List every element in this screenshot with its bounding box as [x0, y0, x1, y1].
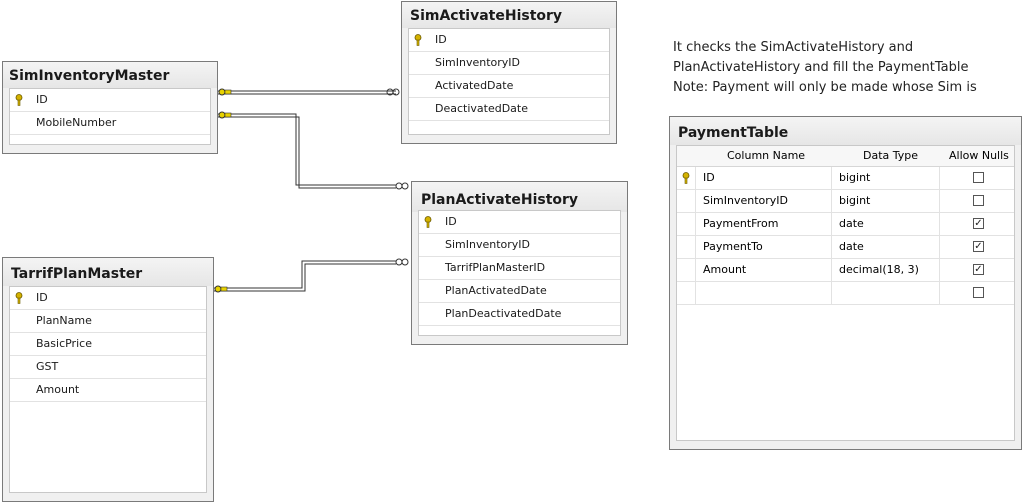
grid-divider — [695, 167, 696, 189]
column-name: ID — [36, 93, 48, 106]
grid-divider — [939, 236, 940, 258]
primary-key-icon — [414, 34, 422, 46]
column-name: ActivatedDate — [435, 79, 514, 92]
tarrif-plan-master-table[interactable]: TarrifPlanMaster ID PlanName BasicPrice … — [2, 257, 214, 502]
column-row[interactable]: ID — [419, 211, 620, 234]
column-row[interactable]: TarrifPlanMasterID — [419, 257, 620, 280]
payment-rows: ID bigint SimInventoryID bigint PaymentFrom d… — [677, 167, 1014, 305]
column-name: PlanName — [36, 314, 92, 327]
column-name: ID — [445, 215, 457, 228]
grid-divider — [695, 282, 696, 304]
header-allow-nulls: Allow Nulls — [949, 149, 1009, 162]
grid-divider — [831, 282, 832, 304]
column-name: GST — [36, 360, 59, 373]
column-name: BasicPrice — [36, 337, 92, 350]
column-row[interactable]: PlanDeactivatedDate — [419, 303, 620, 326]
grid-divider — [695, 190, 696, 212]
grid-divider — [939, 282, 940, 304]
payment-row[interactable]: ID bigint — [677, 167, 1014, 190]
payment-row[interactable]: PaymentFrom date ✓ — [677, 213, 1014, 236]
data-type-cell[interactable]: date — [839, 236, 864, 258]
data-type-cell[interactable]: bigint — [839, 167, 870, 189]
table-title: SimActivateHistory — [402, 2, 616, 28]
table-title: PaymentTable — [670, 117, 1021, 145]
column-name: MobileNumber — [36, 116, 117, 129]
plan-activate-history-table[interactable]: PlanActivateHistory ID SimInventoryID Ta… — [411, 181, 628, 345]
primary-key-icon — [682, 172, 690, 184]
data-type-cell[interactable]: decimal(18, 3) — [839, 259, 919, 281]
grid-divider — [695, 236, 696, 258]
note-text: It checks the SimActivateHistory and Pla… — [673, 38, 977, 98]
column-row[interactable]: PlanActivatedDate — [419, 280, 620, 303]
column-row[interactable]: ID — [409, 29, 609, 52]
grid-divider — [831, 213, 832, 235]
payment-row[interactable] — [677, 282, 1014, 305]
grid-divider — [939, 190, 940, 212]
column-row[interactable]: SimInventoryID — [409, 52, 609, 75]
grid-divider — [831, 190, 832, 212]
column-row[interactable]: ActivatedDate — [409, 75, 609, 98]
column-name-cell[interactable]: PaymentTo — [703, 236, 763, 258]
column-name: PlanDeactivatedDate — [445, 307, 562, 320]
column-name: DeactivatedDate — [435, 102, 529, 115]
payment-row[interactable]: PaymentTo date ✓ — [677, 236, 1014, 259]
column-name-cell[interactable]: ID — [703, 167, 715, 189]
column-row[interactable]: MobileNumber — [10, 112, 210, 135]
payment-table[interactable]: PaymentTable Column Name Data Type Allow… — [669, 116, 1022, 450]
column-row[interactable]: GST — [10, 356, 206, 379]
note-line: Note: Payment will only be made whose Si… — [673, 80, 977, 95]
note-line: PlanActivateHistory and fill the Payment… — [673, 60, 969, 75]
column-name: TarrifPlanMasterID — [445, 261, 546, 274]
grid-header: Column Name Data Type Allow Nulls — [677, 146, 1014, 167]
column-name-cell[interactable]: SimInventoryID — [703, 190, 788, 212]
sim-inventory-master-table[interactable]: SimInventoryMaster ID MobileNumber — [2, 61, 218, 154]
allow-nulls-checkbox[interactable]: ✓ — [973, 241, 984, 252]
column-name: SimInventoryID — [435, 56, 521, 69]
column-name: PlanActivatedDate — [445, 284, 547, 297]
data-type-cell[interactable]: date — [839, 213, 864, 235]
column-name: SimInventoryID — [445, 238, 531, 251]
data-type-cell[interactable]: bigint — [839, 190, 870, 212]
grid-divider — [939, 167, 940, 189]
column-name-cell[interactable]: PaymentFrom — [703, 213, 778, 235]
column-row[interactable]: SimInventoryID — [419, 234, 620, 257]
primary-key-icon — [424, 216, 432, 228]
table-title: PlanActivateHistory — [412, 182, 627, 212]
grid-divider — [831, 236, 832, 258]
table-title: TarrifPlanMaster — [3, 258, 213, 286]
grid-divider — [695, 259, 696, 281]
grid-divider — [831, 259, 832, 281]
column-name: ID — [435, 33, 447, 46]
allow-nulls-checkbox[interactable]: ✓ — [973, 264, 984, 275]
column-row[interactable]: Amount — [10, 379, 206, 402]
payment-row[interactable]: SimInventoryID bigint — [677, 190, 1014, 213]
primary-key-icon — [15, 292, 23, 304]
sim-activate-history-table[interactable]: SimActivateHistory ID SimInventoryID Act… — [401, 1, 617, 144]
header-column-name: Column Name — [727, 149, 806, 162]
allow-nulls-checkbox[interactable] — [973, 195, 984, 206]
header-data-type: Data Type — [863, 149, 919, 162]
column-name-cell[interactable]: Amount — [703, 259, 746, 281]
grid-divider — [831, 167, 832, 189]
column-row[interactable]: PlanName — [10, 310, 206, 333]
allow-nulls-checkbox[interactable] — [973, 287, 984, 298]
grid-divider — [939, 259, 940, 281]
payment-row[interactable]: Amount decimal(18, 3) ✓ — [677, 259, 1014, 282]
table-title: SimInventoryMaster — [3, 62, 217, 88]
column-row[interactable]: DeactivatedDate — [409, 98, 609, 121]
allow-nulls-checkbox[interactable] — [973, 172, 984, 183]
allow-nulls-checkbox[interactable]: ✓ — [973, 218, 984, 229]
note-line: It checks the SimActivateHistory and — [673, 40, 914, 55]
column-name: ID — [36, 291, 48, 304]
column-name: Amount — [36, 383, 80, 396]
column-row[interactable]: BasicPrice — [10, 333, 206, 356]
column-row[interactable]: ID — [10, 287, 206, 310]
grid-divider — [939, 213, 940, 235]
grid-divider — [695, 213, 696, 235]
primary-key-icon — [15, 94, 23, 106]
column-row[interactable]: ID — [10, 89, 210, 112]
